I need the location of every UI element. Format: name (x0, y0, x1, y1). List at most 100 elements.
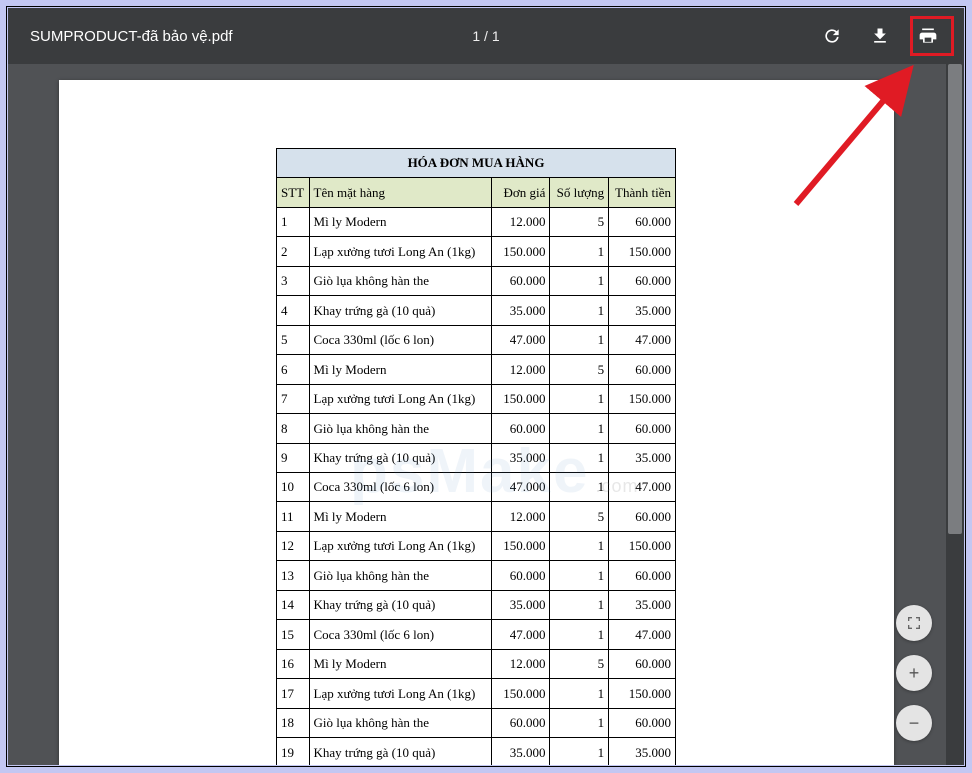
table-row: 10Coca 330ml (lốc 6 lon)47.000147.000 (277, 472, 676, 501)
cell-stt: 5 (277, 325, 310, 354)
pdf-page: HÓA ĐƠN MUA HÀNG STT Tên mặt hàng Đơn gi… (59, 80, 894, 765)
rotate-button[interactable] (820, 24, 844, 48)
table-row: 9Khay trứng gà (10 quả)35.000135.000 (277, 443, 676, 472)
zoom-in-button[interactable]: + (896, 655, 932, 691)
cell-total: 35.000 (609, 296, 676, 325)
cell-qty: 1 (550, 679, 609, 708)
cell-stt: 4 (277, 296, 310, 325)
table-row: 2Lạp xưởng tươi Long An (1kg)150.0001150… (277, 237, 676, 266)
cell-stt: 7 (277, 384, 310, 413)
vertical-scrollbar[interactable] (946, 64, 964, 765)
print-button[interactable] (916, 24, 940, 48)
table-row: 1Mì ly Modern12.000560.000 (277, 207, 676, 236)
cell-stt: 8 (277, 414, 310, 443)
cell-price: 35.000 (491, 296, 550, 325)
table-row: 6Mì ly Modern12.000560.000 (277, 355, 676, 384)
cell-name: Giò lụa không hàn the (309, 561, 491, 590)
cell-qty: 1 (550, 325, 609, 354)
cell-price: 150.000 (491, 384, 550, 413)
col-name: Tên mặt hàng (309, 178, 491, 207)
cell-name: Coca 330ml (lốc 6 lon) (309, 620, 491, 649)
cell-price: 35.000 (491, 738, 550, 765)
pdf-viewer: SUMPRODUCT-đã bảo vệ.pdf 1 / 1 HÓA ĐƠN M… (8, 8, 964, 765)
cell-total: 47.000 (609, 620, 676, 649)
scrollbar-thumb[interactable] (948, 64, 962, 534)
zoom-out-button[interactable]: − (896, 705, 932, 741)
cell-name: Giò lụa không hàn the (309, 414, 491, 443)
cell-stt: 14 (277, 590, 310, 619)
cell-name: Mì ly Modern (309, 207, 491, 236)
table-row: 7Lạp xưởng tươi Long An (1kg)150.0001150… (277, 384, 676, 413)
cell-price: 150.000 (491, 679, 550, 708)
cell-stt: 2 (277, 237, 310, 266)
cell-name: Khay trứng gà (10 quả) (309, 443, 491, 472)
cell-qty: 1 (550, 620, 609, 649)
cell-price: 60.000 (491, 561, 550, 590)
cell-qty: 1 (550, 561, 609, 590)
cell-total: 60.000 (609, 561, 676, 590)
cell-name: Khay trứng gà (10 quả) (309, 590, 491, 619)
cell-total: 150.000 (609, 237, 676, 266)
col-price: Đơn giá (491, 178, 550, 207)
col-qty: Số lượng (550, 178, 609, 207)
cell-qty: 1 (550, 590, 609, 619)
cell-price: 47.000 (491, 325, 550, 354)
table-row: 13Giò lụa không hàn the60.000160.000 (277, 561, 676, 590)
cell-stt: 18 (277, 708, 310, 737)
cell-qty: 5 (550, 355, 609, 384)
cell-qty: 1 (550, 708, 609, 737)
cell-stt: 15 (277, 620, 310, 649)
cell-price: 60.000 (491, 266, 550, 295)
fit-to-page-button[interactable] (896, 605, 932, 641)
cell-total: 60.000 (609, 502, 676, 531)
table-row: 3Giò lụa không hàn the60.000160.000 (277, 266, 676, 295)
cell-qty: 5 (550, 502, 609, 531)
cell-name: Mì ly Modern (309, 502, 491, 531)
cell-qty: 1 (550, 414, 609, 443)
cell-stt: 17 (277, 679, 310, 708)
page-area[interactable]: HÓA ĐƠN MUA HÀNG STT Tên mặt hàng Đơn gi… (8, 64, 944, 765)
cell-total: 60.000 (609, 708, 676, 737)
cell-qty: 1 (550, 443, 609, 472)
cell-price: 12.000 (491, 649, 550, 678)
download-button[interactable] (868, 24, 892, 48)
cell-total: 35.000 (609, 590, 676, 619)
cell-name: Mì ly Modern (309, 355, 491, 384)
cell-total: 150.000 (609, 531, 676, 560)
col-total: Thành tiền (609, 178, 676, 207)
invoice-table: HÓA ĐƠN MUA HÀNG STT Tên mặt hàng Đơn gi… (276, 148, 676, 765)
table-row: 8Giò lụa không hàn the60.000160.000 (277, 414, 676, 443)
cell-qty: 1 (550, 384, 609, 413)
cell-name: Coca 330ml (lốc 6 lon) (309, 472, 491, 501)
cell-total: 60.000 (609, 207, 676, 236)
cell-stt: 19 (277, 738, 310, 765)
cell-stt: 10 (277, 472, 310, 501)
cell-qty: 5 (550, 207, 609, 236)
cell-price: 35.000 (491, 590, 550, 619)
cell-stt: 13 (277, 561, 310, 590)
cell-price: 12.000 (491, 207, 550, 236)
table-row: 11Mì ly Modern12.000560.000 (277, 502, 676, 531)
cell-total: 60.000 (609, 355, 676, 384)
cell-total: 60.000 (609, 649, 676, 678)
document-title: SUMPRODUCT-đã bảo vệ.pdf (8, 28, 233, 45)
cell-qty: 1 (550, 738, 609, 765)
col-stt: STT (277, 178, 310, 207)
cell-name: Lạp xưởng tươi Long An (1kg) (309, 384, 491, 413)
cell-name: Khay trứng gà (10 quả) (309, 296, 491, 325)
table-row: 17Lạp xưởng tươi Long An (1kg)150.000115… (277, 679, 676, 708)
cell-name: Lạp xưởng tươi Long An (1kg) (309, 531, 491, 560)
cell-price: 47.000 (491, 620, 550, 649)
cell-price: 12.000 (491, 355, 550, 384)
cell-qty: 1 (550, 266, 609, 295)
cell-stt: 1 (277, 207, 310, 236)
table-row: 18Giò lụa không hàn the60.000160.000 (277, 708, 676, 737)
cell-total: 35.000 (609, 738, 676, 765)
table-row: 19Khay trứng gà (10 quả)35.000135.000 (277, 738, 676, 765)
table-row: 14Khay trứng gà (10 quả)35.000135.000 (277, 590, 676, 619)
cell-price: 150.000 (491, 237, 550, 266)
table-row: 5Coca 330ml (lốc 6 lon)47.000147.000 (277, 325, 676, 354)
cell-price: 47.000 (491, 472, 550, 501)
table-row: 16Mì ly Modern12.000560.000 (277, 649, 676, 678)
cell-name: Lạp xưởng tươi Long An (1kg) (309, 679, 491, 708)
